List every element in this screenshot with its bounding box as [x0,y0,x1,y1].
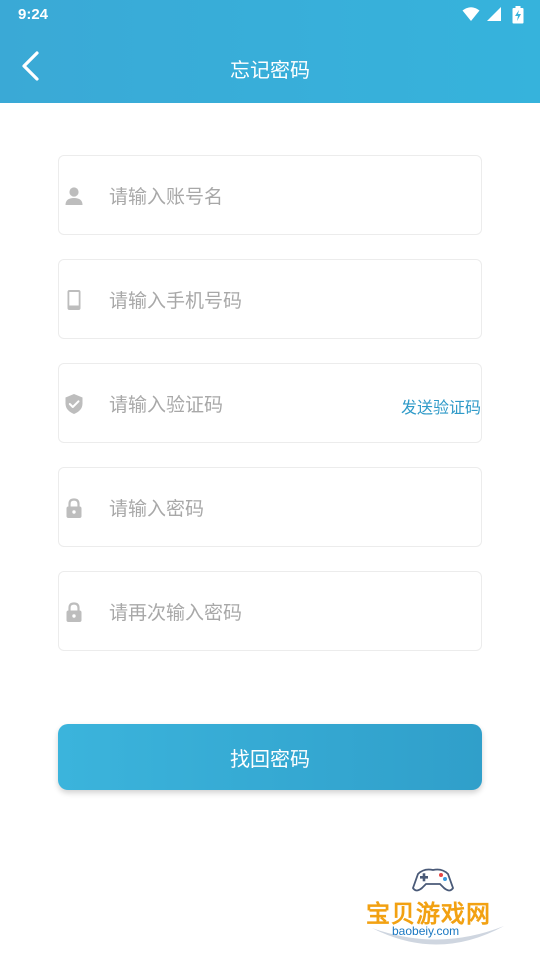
password-field [58,467,482,547]
status-time: 9:24 [18,6,49,23]
phone-icon [67,290,81,310]
verification-code-field: 发送验证码 [58,363,482,443]
lock-icon [66,498,82,518]
confirm-password-field [58,571,482,651]
phone-field [58,259,482,339]
username-field [58,155,482,235]
battery-charging-icon [512,6,524,24]
watermark-logo: 宝贝游戏网 baobeiy.com [358,862,518,954]
app-header: 9:24 忘记密码 [0,0,540,103]
user-icon [65,187,83,205]
forgot-password-form: 发送验证码 [58,155,482,675]
watermark-url: baobeiy.com [392,924,460,938]
wifi-icon [462,7,480,21]
gamepad-icon [412,868,454,892]
page-title: 忘记密码 [230,58,310,82]
phone-input[interactable] [107,280,391,322]
verification-code-input[interactable] [107,384,331,426]
recover-password-button[interactable]: 找回密码 [58,724,482,790]
confirm-password-input[interactable] [107,592,391,634]
send-code-button[interactable]: 发送验证码 [401,394,481,418]
password-input[interactable] [107,488,391,530]
username-input[interactable] [107,176,391,218]
lock-icon [66,602,82,622]
signal-icon [487,7,501,21]
shield-check-icon [65,394,83,414]
status-bar: 9:24 [0,0,540,32]
